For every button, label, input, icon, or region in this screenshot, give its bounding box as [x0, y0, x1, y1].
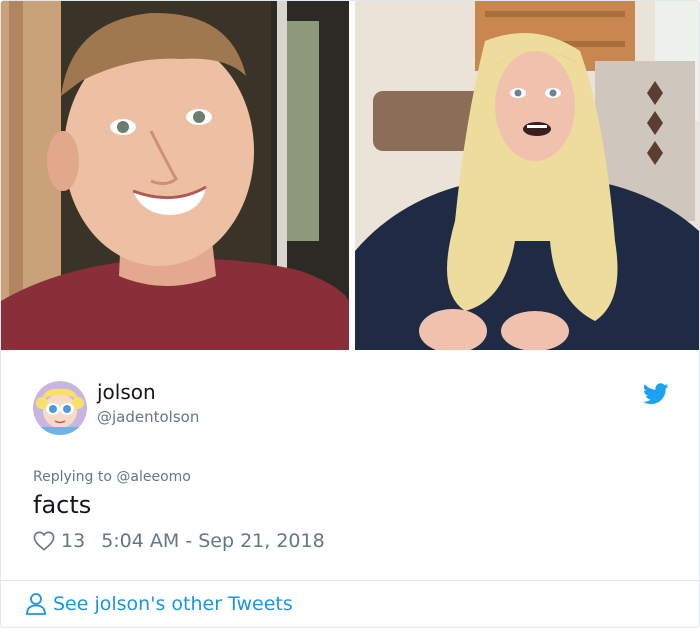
heart-icon[interactable] [33, 531, 55, 551]
see-other-tweets-label[interactable]: See jolson's other Tweets [53, 593, 293, 615]
see-other-tweets-link[interactable]: See jolson's other Tweets [25, 589, 293, 619]
tweet-timestamp[interactable]: 5:04 AM - Sep 21, 2018 [101, 530, 325, 552]
embedded-tweet-card: jolson @jadentolson Replying to @aleeomo… [0, 0, 700, 628]
twitter-bird-icon[interactable] [643, 383, 669, 405]
tweet-media [1, 1, 699, 351]
replying-to-prefix: Replying to [33, 469, 117, 485]
author-handle[interactable]: @jadentolson [97, 408, 199, 426]
divider [1, 580, 699, 581]
replying-to-handle-link[interactable]: @aleeomo [116, 469, 190, 485]
photo-smiling-young-man[interactable] [1, 1, 349, 350]
tweet-meta: 13 5:04 AM - Sep 21, 2018 [33, 528, 325, 554]
like-count[interactable]: 13 [61, 530, 85, 552]
photo-shocked-woman[interactable] [355, 1, 699, 350]
person-icon [26, 593, 46, 615]
author-display-name[interactable]: jolson [97, 380, 156, 404]
avatar[interactable] [33, 381, 87, 435]
replying-to-line: Replying to @aleeomo [33, 469, 191, 485]
tweet-text: facts [33, 491, 92, 519]
